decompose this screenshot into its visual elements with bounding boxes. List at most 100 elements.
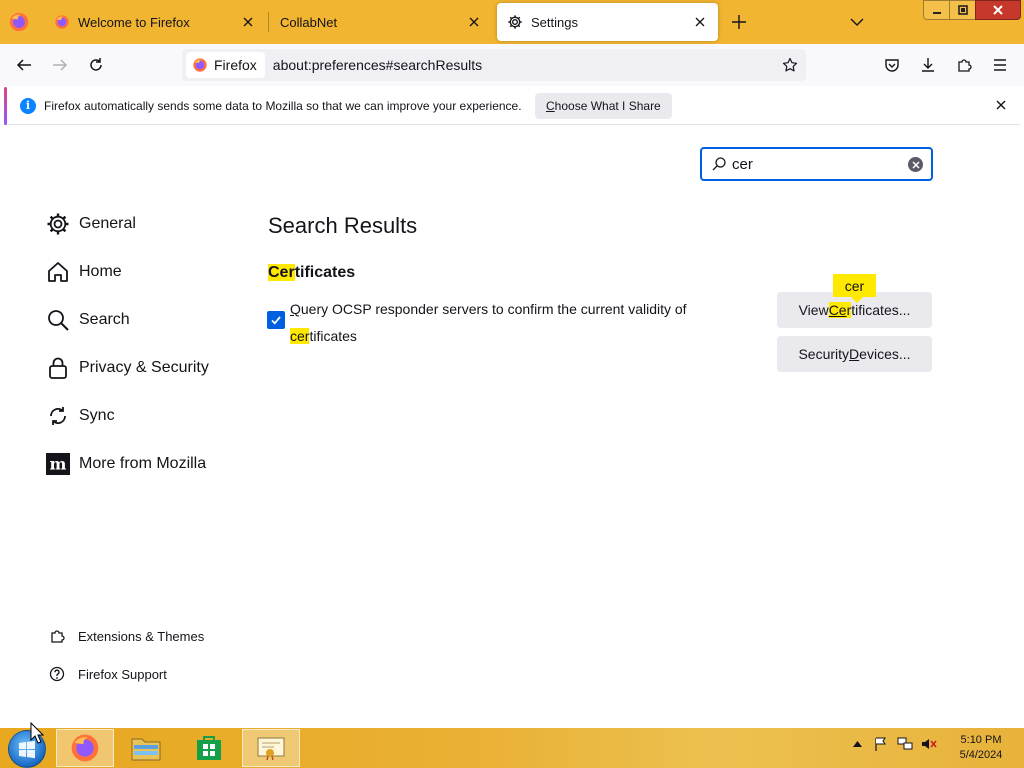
search-results-heading: Search Results [268, 213, 418, 238]
bookmark-star-icon[interactable] [782, 57, 798, 73]
button-rest: tificates... [851, 302, 911, 318]
accesskey-letter: C [546, 99, 555, 113]
taskbar-file-explorer[interactable] [117, 729, 175, 767]
firefox-icon [193, 58, 207, 72]
sidebar-item-label: Home [79, 263, 122, 280]
mozilla-icon: m [46, 452, 70, 476]
sidebar-footer-label: Firefox Support [78, 666, 167, 682]
close-window-button[interactable] [975, 0, 1021, 20]
ocsp-checkbox[interactable] [267, 311, 285, 329]
sidebar-item-more-from-mozilla[interactable]: m More from Mozilla [46, 451, 206, 477]
button-pre: View [798, 302, 829, 318]
show-hidden-icons-chevron-icon[interactable] [849, 736, 865, 752]
sidebar-item-label: More from Mozilla [79, 455, 207, 472]
info-icon: i [20, 98, 36, 114]
ocsp-checkbox-label[interactable]: Query OCSP responder servers to confirm … [290, 296, 730, 350]
hamburger-menu-icon[interactable] [991, 56, 1009, 74]
search-match-tooltip: cer [833, 274, 876, 303]
title-bar: Welcome to Firefox CollabNet Settings [0, 0, 1024, 44]
identity-label: Firefox [214, 57, 257, 73]
clock-date: 5/4/2024 [959, 749, 1003, 761]
chevron-down-icon[interactable] [849, 14, 865, 30]
data-collection-notification: i Firefox automatically sends some data … [4, 87, 1020, 125]
sidebar-item-privacy[interactable]: Privacy & Security [46, 355, 209, 381]
search-highlight: Cer [268, 264, 295, 281]
accesskey-letter: Q [290, 301, 301, 317]
button-rest: evices... [859, 346, 911, 362]
puzzle-icon [48, 627, 66, 645]
choose-what-i-share-button[interactable]: Choose What I Share [535, 93, 672, 119]
sidebar-item-label: Sync [79, 407, 115, 424]
minimize-icon [932, 12, 941, 14]
search-highlight: Cer [828, 302, 852, 318]
network-icon[interactable] [897, 736, 913, 752]
navigation-toolbar: Firefox about:preferences#searchResults [0, 44, 1024, 86]
sidebar-item-sync[interactable]: Sync [46, 403, 115, 429]
ocsp-line1: uery OCSP responder servers to confirm t… [300, 301, 687, 317]
home-icon [46, 260, 70, 284]
system-clock[interactable]: 5:10 PM 5/4/2024 [948, 733, 1014, 763]
close-tab-icon[interactable] [466, 14, 482, 30]
download-icon[interactable] [919, 56, 937, 74]
tab-label: Settings [531, 14, 578, 30]
close-icon[interactable] [994, 98, 1008, 112]
sidebar-item-general[interactable]: General [46, 211, 136, 237]
tab-settings[interactable]: Settings [497, 3, 718, 41]
sidebar-extensions-themes[interactable]: Extensions & Themes [48, 626, 204, 646]
maximize-button[interactable] [949, 0, 975, 20]
firefox-icon [55, 15, 69, 29]
button-label-rest: hoose What I Share [554, 99, 661, 113]
notification-message: Firefox automatically sends some data to… [44, 99, 522, 113]
clear-search-icon[interactable] [908, 157, 923, 172]
sidebar-item-search[interactable]: Search [46, 307, 130, 333]
folder-icon [131, 738, 161, 761]
security-devices-button[interactable]: Security Devices... [777, 336, 932, 372]
identity-box[interactable]: Firefox [186, 52, 265, 78]
help-icon [48, 665, 66, 683]
firefox-menu-icon[interactable] [8, 11, 30, 33]
sidebar-footer-label: Extensions & Themes [78, 628, 205, 644]
close-tab-icon[interactable] [692, 14, 708, 30]
flag-icon[interactable] [873, 736, 889, 752]
restore-icon [957, 5, 968, 15]
taskbar-store[interactable] [180, 729, 238, 767]
search-icon [46, 308, 70, 332]
heading-rest: tificates [294, 264, 356, 281]
certificates-heading: Certificates [268, 264, 355, 282]
firefox-icon [71, 734, 99, 762]
sidebar-item-label: Search [79, 311, 130, 328]
close-tab-icon[interactable] [240, 14, 256, 30]
tab-welcome[interactable]: Welcome to Firefox [44, 3, 266, 41]
url-text[interactable]: about:preferences#searchResults [273, 57, 482, 73]
close-icon [993, 5, 1003, 15]
sidebar-item-label: Privacy & Security [79, 359, 209, 376]
url-bar[interactable]: Firefox about:preferences#searchResults [182, 49, 806, 81]
taskbar-certificate-manager[interactable] [242, 729, 300, 767]
button-pre: Security [798, 346, 850, 362]
back-arrow-icon[interactable] [15, 56, 33, 74]
reload-icon[interactable] [87, 56, 105, 74]
gear-icon [508, 15, 522, 29]
certificate-icon [257, 737, 285, 761]
settings-search-box[interactable] [700, 147, 933, 181]
volume-muted-icon[interactable] [921, 736, 937, 752]
store-icon [197, 736, 221, 760]
sidebar-item-label: General [79, 215, 136, 232]
svg-text:m: m [50, 455, 67, 474]
window-controls [923, 0, 1021, 20]
extensions-puzzle-icon[interactable] [955, 56, 973, 74]
pocket-icon[interactable] [883, 56, 901, 74]
minimize-button[interactable] [923, 0, 949, 20]
gear-icon [46, 212, 70, 236]
tab-label: CollabNet [280, 14, 338, 30]
sidebar-firefox-support[interactable]: Firefox Support [48, 664, 167, 684]
new-tab-plus-icon[interactable] [729, 12, 749, 32]
tab-separator [268, 12, 269, 32]
settings-search-input[interactable] [732, 155, 902, 173]
tab-collabnet[interactable]: CollabNet [270, 3, 492, 41]
search-icon [712, 157, 726, 171]
sidebar-item-home[interactable]: Home [46, 259, 122, 285]
forward-arrow-icon[interactable] [51, 56, 69, 74]
taskbar-firefox[interactable] [56, 729, 114, 767]
checkmark-icon [271, 316, 281, 325]
